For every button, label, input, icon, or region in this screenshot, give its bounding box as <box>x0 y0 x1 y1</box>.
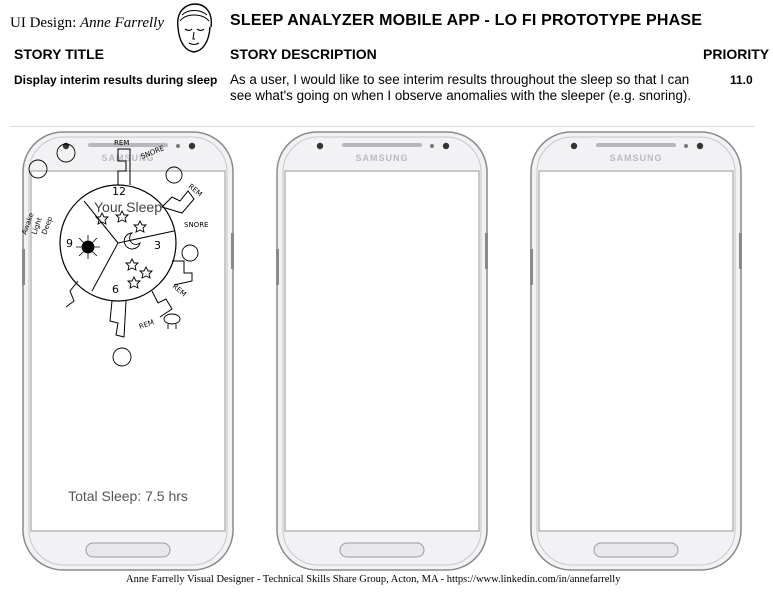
sketch-label: REM <box>138 318 155 331</box>
brand-logo: SAMSUNG <box>609 153 663 163</box>
sketch-label: REM <box>187 182 204 198</box>
sketch-label: REM <box>114 139 129 147</box>
designer-name: Anne Farrelly <box>80 15 165 31</box>
sleep-clock-sketch: 12 3 6 9 REM SNORE REM SNORE REM REM Awa… <box>22 139 208 367</box>
sun-icon <box>76 235 100 259</box>
sketch-label: REM <box>171 282 188 298</box>
story-priority: 11.0 <box>730 73 753 87</box>
sketch-label: Deep <box>40 215 54 236</box>
column-header-priority: PRIORITY <box>703 46 770 62</box>
clock-number-3: 3 <box>154 239 161 252</box>
sleeper-face-icon <box>28 143 199 367</box>
phone-mockup-2: SAMSUNG <box>276 131 488 571</box>
phone-frame <box>276 131 488 571</box>
footer-credit: Anne Farrelly Visual Designer - Technica… <box>126 574 621 585</box>
woman-face-sketch-icon <box>177 3 212 53</box>
designer-credit: UI Design: Anne Farrelly <box>10 15 165 31</box>
clock-number-9: 9 <box>66 237 73 250</box>
phone-mockup-1: SAMSUNG Your Sleep 12 3 6 9 REM SNORE RE… <box>22 131 234 571</box>
column-header-story-title: STORY TITLE <box>14 46 104 62</box>
divider <box>10 126 755 127</box>
app-title: SLEEP ANALYZER MOBILE APP - LO FI PROTOT… <box>230 12 703 29</box>
phone-frame <box>530 131 742 571</box>
sheep-icon <box>163 313 181 329</box>
brand-logo: SAMSUNG <box>355 153 409 163</box>
story-description: As a user, I would like to see interim r… <box>230 72 692 103</box>
clock-number-6: 6 <box>112 283 119 296</box>
star-icon <box>94 209 154 289</box>
sketch-label: SNORE <box>184 221 208 229</box>
story-title: Display interim results during sleep <box>14 73 218 87</box>
phone-mockup-3: SAMSUNG <box>530 131 742 571</box>
column-header-story-description: STORY DESCRIPTION <box>230 46 377 62</box>
clock-number-12: 12 <box>112 185 126 198</box>
total-sleep-value: Total Sleep: 7.5 hrs <box>68 488 188 504</box>
sketch-label: SNORE <box>140 144 166 161</box>
designer-prefix: UI Design <box>10 15 73 31</box>
